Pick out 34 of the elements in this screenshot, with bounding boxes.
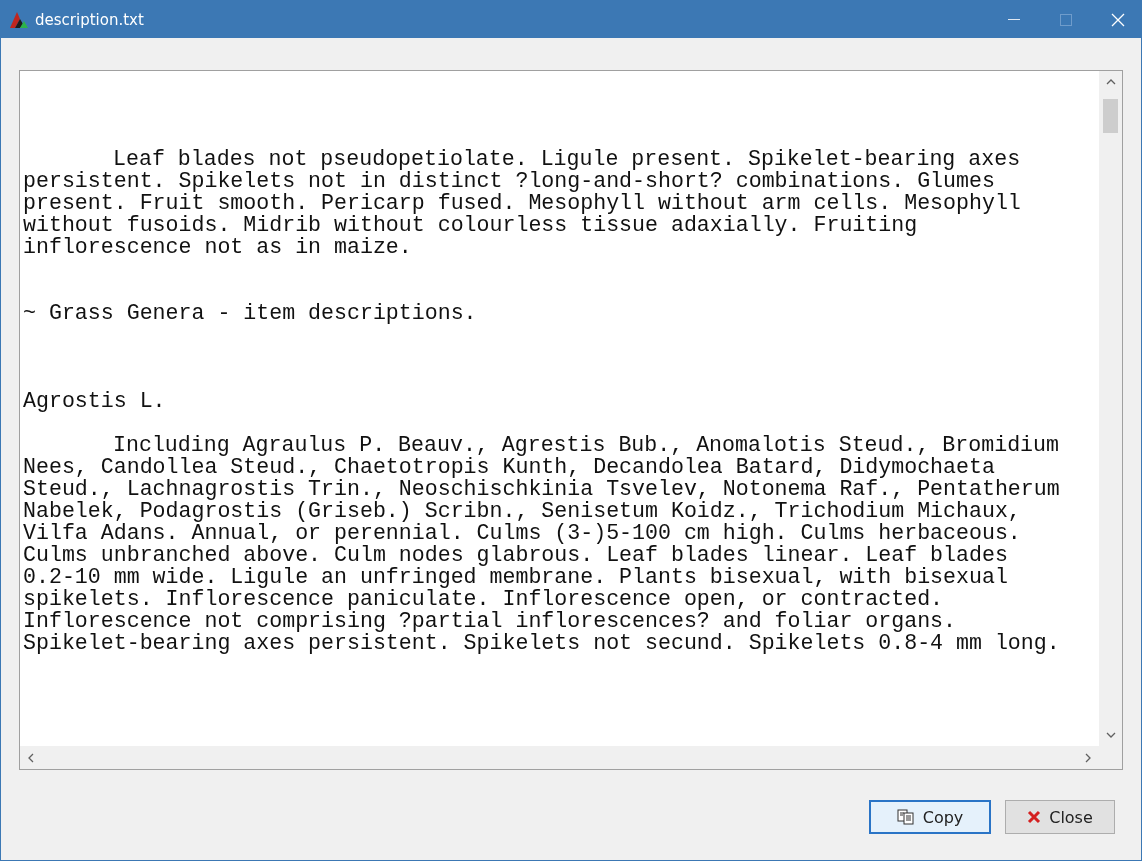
text-line: Agrostis L. bbox=[23, 390, 167, 412]
copy-button[interactable]: Copy bbox=[869, 800, 991, 834]
text-line: Steud., Lachnagrostis Trin., Neoschischkinia Tsvelev, Notonema Raf., Pentatherum bbox=[23, 478, 1061, 500]
scrollbar-thumb[interactable] bbox=[1103, 99, 1118, 133]
window-title: description.txt bbox=[35, 10, 145, 29]
copy-icon bbox=[896, 809, 915, 825]
text-line: without fusoids. Midrib without colourless tissue adaxially. Fruiting bbox=[23, 214, 918, 236]
text-line: spikelets. Inflorescence paniculate. Inflorescence open, or contracted. bbox=[23, 588, 945, 610]
text-line: present. Fruit smooth. Pericarp fused. Mesophyll without arm cells. Mesophyll bbox=[23, 192, 1022, 214]
minimize-icon bbox=[1008, 18, 1020, 21]
scroll-right-icon[interactable] bbox=[1083, 752, 1093, 763]
text-line: Including Agraulus P. Beauv., Agrestis Bub., Anomalotis Steud., Bromidium bbox=[112, 434, 1060, 456]
text-line: Nees, Candollea Steud., Chaetotropis Kunth, Decandolea Batard, Didymochaeta bbox=[23, 456, 996, 478]
text-line: Leaf blades not pseudopetiolate. Ligule present. Spikelet-bearing axes bbox=[112, 148, 1022, 170]
horizontal-scrollbar[interactable] bbox=[20, 746, 1099, 769]
text-line: persistent. Spikelets not in distinct ?long-and-short? combinations. Glumes bbox=[23, 170, 996, 192]
vertical-scrollbar[interactable] bbox=[1099, 71, 1122, 746]
scroll-down-icon[interactable] bbox=[1105, 730, 1116, 740]
text-line: inflorescence not as in maize. bbox=[23, 236, 413, 258]
text-line: Spikelet-bearing axes persistent. Spikelets not secund. Spikelets 0.8-4 mm long. bbox=[23, 632, 1061, 654]
scroll-left-icon[interactable] bbox=[26, 752, 36, 763]
text-line: 0.2-10 mm wide. Ligule an unfringed membrane. Plants bisexual, with bisexual bbox=[23, 566, 1009, 588]
maximize-icon bbox=[1060, 13, 1072, 26]
text-line: Inflorescence not comprising ?partial inflorescences? and foliar organs. bbox=[23, 610, 957, 632]
close-icon bbox=[1027, 810, 1042, 824]
text-line: Culms unbranched above. Culm nodes glabrous. Leaf blades linear. Leaf blades bbox=[23, 544, 1009, 566]
app-logo-icon bbox=[9, 10, 29, 29]
text-line: ~ Grass Genera - item descriptions. bbox=[23, 302, 478, 324]
close-button[interactable]: Close bbox=[1005, 800, 1115, 834]
close-icon bbox=[1111, 12, 1125, 27]
scroll-up-icon[interactable] bbox=[1105, 77, 1116, 87]
text-line: Nabelek, Podagrostis (Griseb.) Scribn., Senisetum Koidz., Trichodium Michaux, bbox=[23, 500, 1022, 522]
text-area[interactable] bbox=[19, 70, 1123, 770]
text-line: Vilfa Adans. Annual, or perennial. Culms (3-)5-100 cm high. Culms herbaceous. bbox=[23, 522, 1022, 544]
